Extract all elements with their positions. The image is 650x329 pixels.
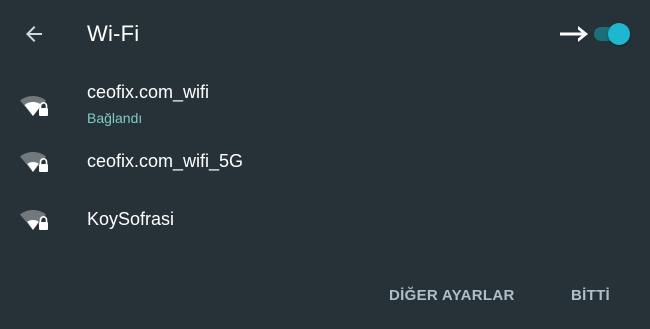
wifi-toggle[interactable] bbox=[590, 22, 634, 46]
wifi-lock-icon bbox=[20, 210, 48, 230]
done-button[interactable]: BİTTİ bbox=[571, 276, 610, 316]
back-button[interactable] bbox=[14, 14, 54, 54]
header: Wi-Fi bbox=[0, 0, 650, 68]
network-name: ceofix.com_wifi_5G bbox=[87, 151, 244, 171]
wifi-lock-icon bbox=[20, 152, 48, 172]
dialog-actions: DİĞER AYARLAR BİTTİ bbox=[0, 276, 650, 316]
network-status: Bağlandı bbox=[87, 110, 143, 126]
toggle-thumb bbox=[608, 23, 630, 45]
network-item[interactable]: KoySofrasi bbox=[0, 196, 650, 240]
page-title: Wi-Fi bbox=[87, 21, 140, 46]
more-settings-button[interactable]: DİĞER AYARLAR bbox=[389, 276, 515, 316]
arrow-back-icon bbox=[26, 26, 42, 42]
network-name: KoySofrasi bbox=[87, 209, 175, 229]
arrow-right-icon bbox=[560, 26, 588, 42]
wifi-lock-icon bbox=[20, 96, 48, 116]
network-item[interactable]: ceofix.com_wifi_5G bbox=[0, 138, 650, 182]
network-name: ceofix.com_wifi bbox=[87, 82, 210, 102]
wifi-panel: Wi-Fi ceofix.com_wifi Bağlandı ceofix.co… bbox=[0, 0, 650, 329]
network-item[interactable]: ceofix.com_wifi Bağlandı bbox=[0, 78, 650, 134]
